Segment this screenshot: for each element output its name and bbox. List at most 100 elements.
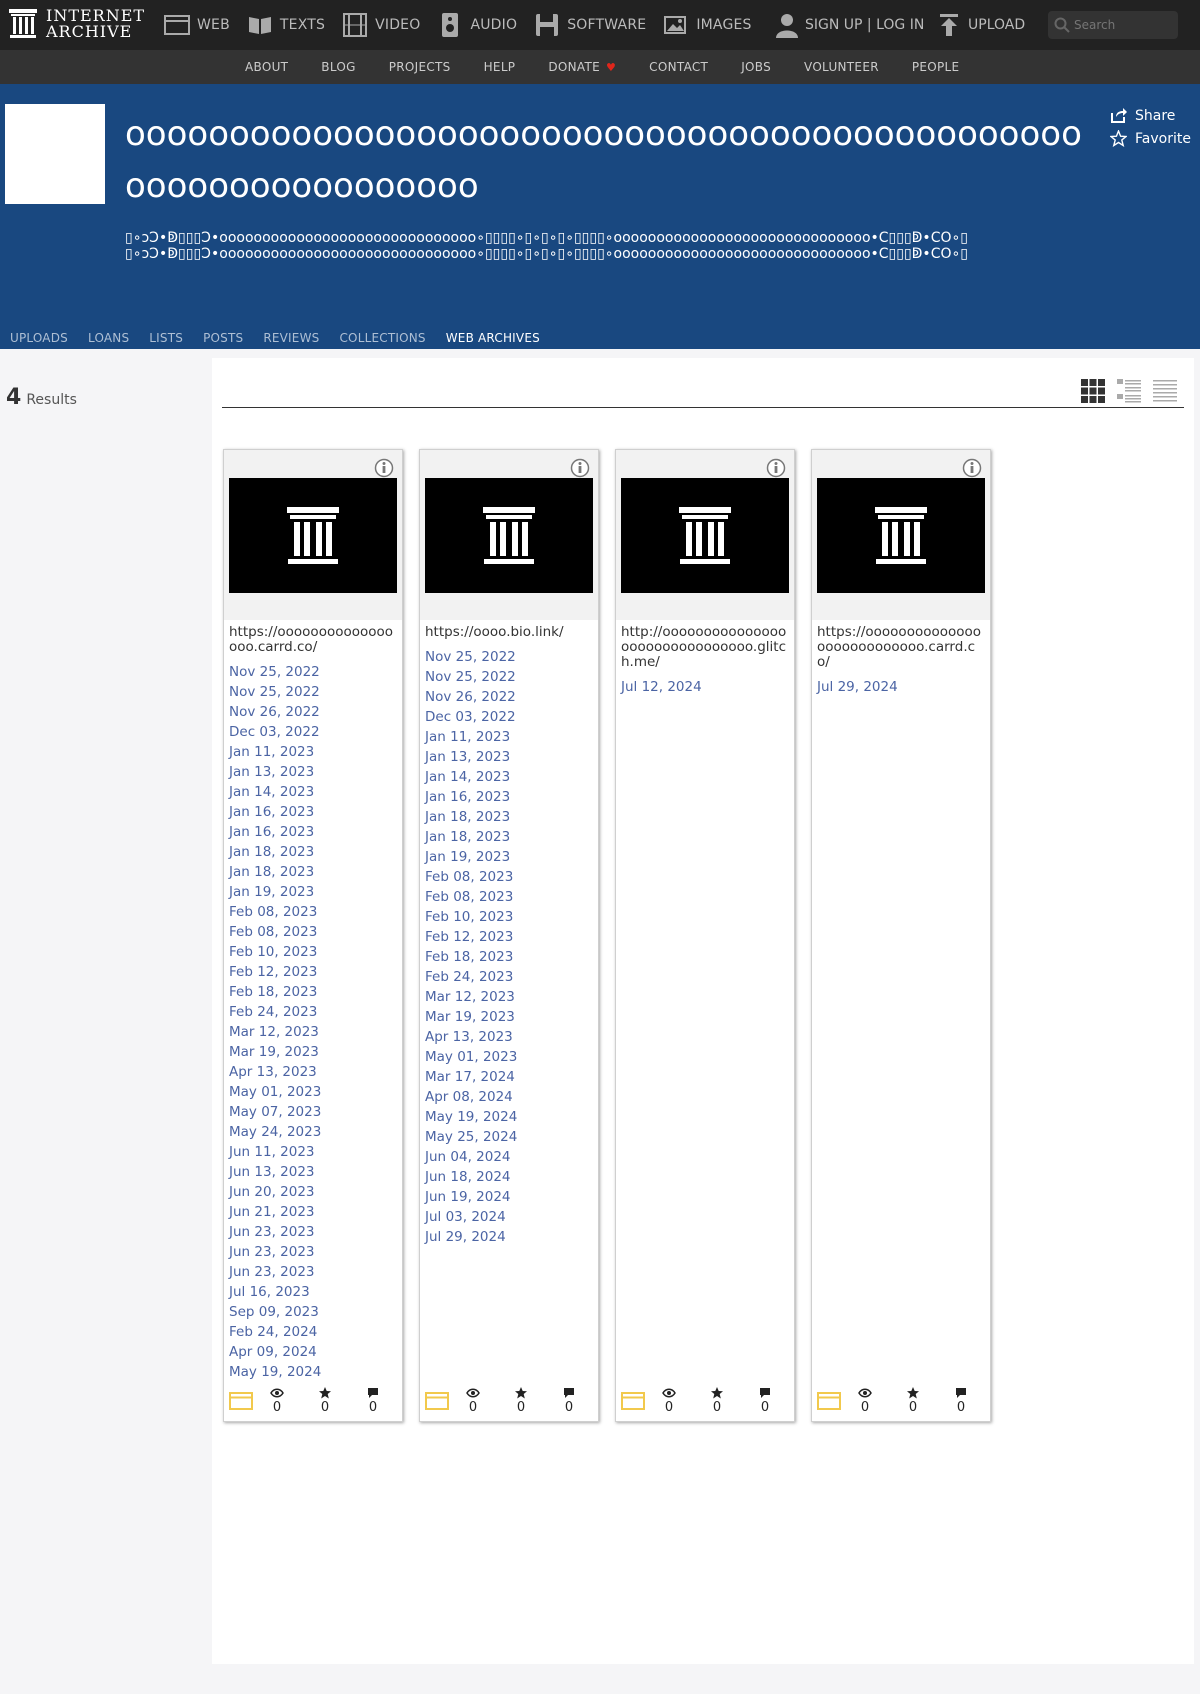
- favorite-button[interactable]: Favorite: [1110, 127, 1191, 150]
- tile-url[interactable]: http://ooooooooooooooooooooooooooooooo.g…: [616, 620, 794, 670]
- capture-date-link[interactable]: Jan 16, 2023: [229, 822, 397, 842]
- capture-date-link[interactable]: Feb 24, 2024: [229, 1322, 397, 1342]
- capture-date-link[interactable]: Jun 11, 2023: [229, 1142, 397, 1162]
- capture-date-link[interactable]: Jul 29, 2024: [817, 677, 985, 697]
- capture-date-link[interactable]: Feb 24, 2023: [425, 967, 593, 987]
- capture-date-link[interactable]: Apr 13, 2023: [229, 1062, 397, 1082]
- nav-images[interactable]: IMAGES: [663, 13, 751, 37]
- capture-date-link[interactable]: Jan 13, 2023: [425, 747, 593, 767]
- nav-video[interactable]: VIDEO: [342, 13, 420, 37]
- capture-date-link[interactable]: Apr 13, 2023: [425, 1027, 593, 1047]
- nav-projects[interactable]: PROJECTS: [389, 60, 451, 74]
- list-detail-view-icon[interactable]: [1116, 378, 1142, 404]
- tile-thumbnail[interactable]: [621, 478, 789, 593]
- capture-date-link[interactable]: Apr 09, 2024: [229, 1342, 397, 1362]
- tile-url[interactable]: https://oooo.bio.link/: [420, 620, 598, 640]
- capture-date-link[interactable]: Jun 19, 2024: [425, 1187, 593, 1207]
- tab-reviews[interactable]: REVIEWS: [263, 331, 319, 345]
- capture-date-link[interactable]: Jan 11, 2023: [229, 742, 397, 762]
- capture-date-link[interactable]: Jan 16, 2023: [425, 787, 593, 807]
- share-button[interactable]: Share: [1110, 104, 1191, 127]
- capture-date-link[interactable]: Feb 08, 2023: [425, 867, 593, 887]
- capture-date-link[interactable]: Dec 03, 2022: [229, 722, 397, 742]
- capture-date-link[interactable]: Nov 26, 2022: [229, 702, 397, 722]
- tab-uploads[interactable]: UPLOADS: [10, 331, 68, 345]
- capture-date-link[interactable]: May 19, 2024: [229, 1362, 397, 1382]
- capture-date-link[interactable]: Jun 23, 2023: [229, 1222, 397, 1242]
- capture-date-link[interactable]: Jan 18, 2023: [229, 842, 397, 862]
- capture-date-link[interactable]: Nov 26, 2022: [425, 687, 593, 707]
- capture-date-link[interactable]: Nov 25, 2022: [229, 662, 397, 682]
- capture-date-link[interactable]: Mar 19, 2023: [229, 1042, 397, 1062]
- capture-date-link[interactable]: Nov 25, 2022: [229, 682, 397, 702]
- nav-blog[interactable]: BLOG: [321, 60, 355, 74]
- capture-date-link[interactable]: May 01, 2023: [425, 1047, 593, 1067]
- tile-thumbnail[interactable]: [229, 478, 397, 593]
- tile-view-icon[interactable]: [1080, 378, 1106, 404]
- info-icon[interactable]: [374, 458, 394, 478]
- capture-date-link[interactable]: Jan 18, 2023: [425, 827, 593, 847]
- capture-date-link[interactable]: Jan 19, 2023: [229, 882, 397, 902]
- capture-date-link[interactable]: Jul 12, 2024: [621, 677, 789, 697]
- search-input[interactable]: [1074, 18, 1170, 32]
- nav-audio[interactable]: AUDIO: [437, 13, 517, 37]
- capture-date-link[interactable]: Jun 20, 2023: [229, 1182, 397, 1202]
- capture-date-link[interactable]: Jul 16, 2023: [229, 1282, 397, 1302]
- nav-texts[interactable]: TEXTS: [247, 13, 325, 37]
- capture-date-link[interactable]: Mar 19, 2023: [425, 1007, 593, 1027]
- capture-date-link[interactable]: Dec 03, 2022: [425, 707, 593, 727]
- tab-lists[interactable]: LISTS: [149, 331, 183, 345]
- capture-date-link[interactable]: Jan 18, 2023: [229, 862, 397, 882]
- capture-date-link[interactable]: Jun 23, 2023: [229, 1242, 397, 1262]
- capture-date-link[interactable]: Jan 14, 2023: [425, 767, 593, 787]
- compact-list-view-icon[interactable]: [1152, 378, 1178, 404]
- capture-date-link[interactable]: Feb 18, 2023: [425, 947, 593, 967]
- capture-date-link[interactable]: Jul 03, 2024: [425, 1207, 593, 1227]
- tile-thumbnail[interactable]: [817, 478, 985, 593]
- capture-date-link[interactable]: Feb 24, 2023: [229, 1002, 397, 1022]
- result-tile[interactable]: https://oooo.bio.link/ Nov 25, 2022 Nov 2…: [419, 449, 599, 1422]
- capture-date-link[interactable]: Mar 12, 2023: [425, 987, 593, 1007]
- capture-date-link[interactable]: Jun 18, 2024: [425, 1167, 593, 1187]
- nav-jobs[interactable]: JOBS: [741, 60, 771, 74]
- capture-date-link[interactable]: Feb 08, 2023: [229, 902, 397, 922]
- tab-posts[interactable]: POSTS: [203, 331, 243, 345]
- capture-date-link[interactable]: Jan 16, 2023: [229, 802, 397, 822]
- nav-software[interactable]: SOFTWARE: [534, 13, 646, 37]
- capture-date-link[interactable]: Jul 29, 2024: [425, 1227, 593, 1247]
- capture-date-link[interactable]: May 07, 2023: [229, 1102, 397, 1122]
- capture-date-link[interactable]: Mar 12, 2023: [229, 1022, 397, 1042]
- capture-date-link[interactable]: May 24, 2023: [229, 1122, 397, 1142]
- capture-date-link[interactable]: Jan 11, 2023: [425, 727, 593, 747]
- tab-collections[interactable]: COLLECTIONS: [339, 331, 425, 345]
- nav-about[interactable]: ABOUT: [245, 60, 288, 74]
- capture-date-link[interactable]: May 25, 2024: [425, 1127, 593, 1147]
- info-icon[interactable]: [570, 458, 590, 478]
- upload-button[interactable]: UPLOAD: [938, 0, 1025, 50]
- nav-web[interactable]: WEB: [164, 13, 230, 37]
- result-tile[interactable]: http://ooooooooooooooooooooooooooooooo.g…: [615, 449, 795, 1422]
- sign-up-log-in[interactable]: SIGN UP | LOG IN: [775, 0, 924, 50]
- capture-date-link[interactable]: Jan 18, 2023: [425, 807, 593, 827]
- capture-date-link[interactable]: Jun 13, 2023: [229, 1162, 397, 1182]
- search-box[interactable]: [1048, 11, 1178, 39]
- internet-archive-logo[interactable]: INTERNET ARCHIVE: [8, 7, 145, 41]
- nav-contact[interactable]: CONTACT: [649, 60, 708, 74]
- capture-date-link[interactable]: Jun 21, 2023: [229, 1202, 397, 1222]
- capture-date-link[interactable]: Nov 25, 2022: [425, 667, 593, 687]
- result-tile[interactable]: https://ooooooooooooooooo.carrd.co/ Nov …: [223, 449, 403, 1422]
- capture-date-link[interactable]: Jan 19, 2023: [425, 847, 593, 867]
- capture-date-link[interactable]: May 01, 2023: [229, 1082, 397, 1102]
- nav-donate[interactable]: DONATE ♥: [548, 60, 616, 74]
- capture-date-link[interactable]: Jan 14, 2023: [229, 782, 397, 802]
- capture-date-link[interactable]: Jun 23, 2023: [229, 1262, 397, 1282]
- tab-loans[interactable]: LOANS: [88, 331, 129, 345]
- capture-date-link[interactable]: Jun 04, 2024: [425, 1147, 593, 1167]
- capture-date-link[interactable]: Nov 25, 2022: [425, 647, 593, 667]
- info-icon[interactable]: [962, 458, 982, 478]
- nav-volunteer[interactable]: VOLUNTEER: [804, 60, 879, 74]
- capture-date-link[interactable]: Feb 08, 2023: [229, 922, 397, 942]
- capture-date-link[interactable]: May 19, 2024: [425, 1107, 593, 1127]
- capture-date-link[interactable]: Sep 09, 2023: [229, 1302, 397, 1322]
- info-icon[interactable]: [766, 458, 786, 478]
